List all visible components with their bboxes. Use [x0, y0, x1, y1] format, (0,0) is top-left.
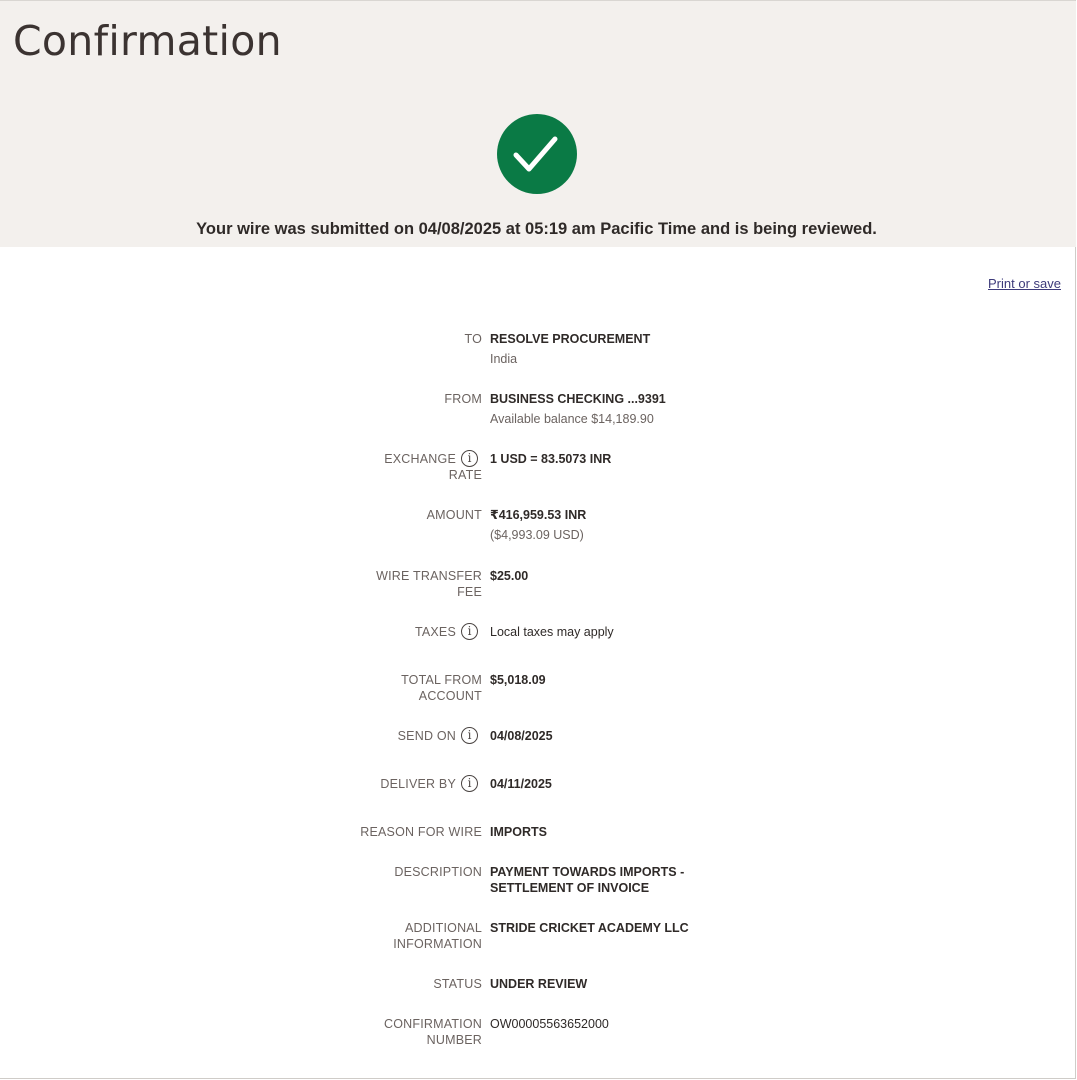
exchange-rate-label-line2: RATE	[448, 468, 482, 482]
confirmation-header: Confirmation Your wire was submitted on …	[0, 1, 1076, 247]
wire-fee-label-line2: FEE	[457, 585, 482, 599]
wire-fee-label-line1: WIRE TRANSFER	[376, 569, 482, 583]
exchange-rate-label: EXCHANGE	[296, 451, 456, 467]
taxes-value: Local taxes may apply	[490, 625, 614, 639]
reason-value: IMPORTS	[490, 825, 547, 839]
send-on-label: SEND ON	[397, 729, 456, 743]
confirmation-number-value: OW00005563652000	[490, 1017, 609, 1031]
send-on-info-icon[interactable]: i	[461, 727, 478, 744]
to-country: India	[490, 352, 518, 366]
wire-fee-value: $25.00	[490, 569, 529, 583]
additional-info-label-line2: INFORMATION	[393, 937, 482, 951]
total-label-line2: ACCOUNT	[418, 689, 482, 703]
description-label: DESCRIPTION	[394, 865, 482, 879]
confirmation-number-label-line1: CONFIRMATION	[384, 1017, 482, 1031]
deliver-by-info-icon[interactable]: i	[461, 775, 478, 792]
from-label: FROM	[444, 392, 482, 406]
status-value: UNDER REVIEW	[490, 977, 588, 991]
status-label: STATUS	[433, 977, 482, 991]
deliver-by-label: DELIVER BY	[380, 777, 456, 791]
total-label-line1: TOTAL FROM	[401, 673, 482, 687]
exchange-rate-value: 1 USD = 83.5073 INR	[490, 452, 612, 466]
amount-value: ₹416,959.53 INR	[490, 508, 587, 522]
additional-info-label-line1: ADDITIONAL	[404, 921, 482, 935]
send-on-value: 04/08/2025	[490, 729, 553, 743]
from-value: BUSINESS CHECKING ...9391	[490, 392, 666, 406]
description-value-line2: SETTLEMENT OF INVOICE	[490, 881, 650, 895]
page-title: Confirmation	[13, 17, 282, 65]
confirmation-number-label-line2: NUMBER	[426, 1033, 482, 1047]
reason-label: REASON FOR WIRE	[360, 825, 482, 839]
to-value: RESOLVE PROCUREMENT	[490, 332, 651, 346]
amount-usd: ($4,993.09 USD)	[490, 528, 584, 542]
exchange-rate-label-line1: EXCHANGE	[384, 452, 456, 466]
taxes-label: TAXES	[414, 625, 456, 639]
additional-info-value: STRIDE CRICKET ACADEMY LLC	[490, 921, 689, 935]
submitted-message: Your wire was submitted on 04/08/2025 at…	[196, 220, 877, 238]
from-available-balance: Available balance $14,189.90	[490, 412, 654, 426]
description-value-line1: PAYMENT TOWARDS IMPORTS -	[490, 865, 685, 879]
success-checkmark-icon	[497, 114, 577, 194]
taxes-info-icon[interactable]: i	[461, 623, 478, 640]
to-label: TO	[464, 332, 482, 346]
print-or-save-link[interactable]: Print or save	[988, 276, 1061, 291]
deliver-by-value: 04/11/2025	[490, 777, 552, 791]
total-value: $5,018.09	[490, 673, 546, 687]
amount-label: AMOUNT	[426, 508, 482, 522]
exchange-rate-info-icon[interactable]: i	[461, 450, 478, 467]
